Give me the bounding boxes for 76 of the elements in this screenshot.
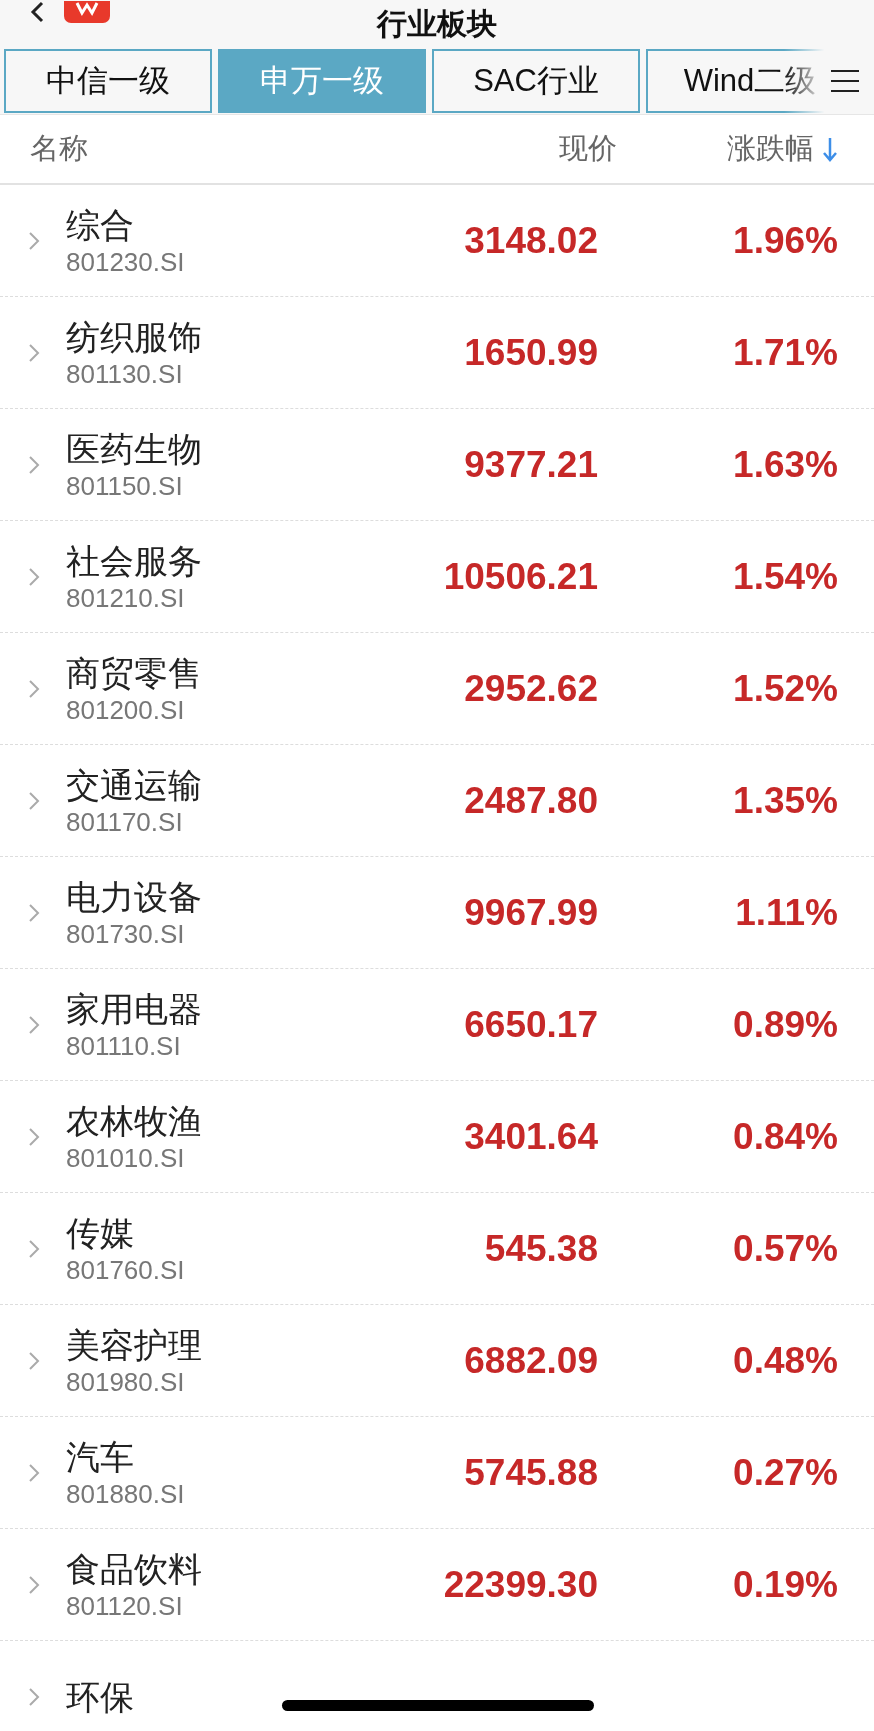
price-value: 545.38 (483, 1227, 598, 1270)
change-value: 1.71% (732, 331, 838, 374)
price-value: 6882.09 (463, 1339, 598, 1382)
sector-code: 801210.SI (66, 581, 185, 614)
sector-code: 801120.SI (66, 1589, 183, 1622)
sector-code: 801200.SI (66, 693, 185, 726)
price-value: 9377.21 (463, 443, 598, 486)
column-header: 名称 (30, 131, 89, 166)
sector-name: 美容护理 (66, 1324, 202, 1366)
change-value: 0.57% (732, 1227, 838, 1270)
change-value: 0.48% (732, 1339, 838, 1382)
sector-name: 农林牧渔 (66, 1100, 202, 1142)
price-value: 22399.30 (442, 1563, 598, 1606)
chevron-icon (28, 1126, 40, 1147)
sector-code: 801170.SI (66, 805, 183, 838)
change-value: 0.27% (732, 1451, 838, 1494)
sector-name: 环保 (66, 1676, 134, 1718)
chevron-icon (28, 1238, 40, 1259)
change-value: 0.84% (732, 1115, 838, 1158)
sector-name: 食品饮料 (66, 1548, 202, 1590)
menu-icon[interactable] (830, 69, 860, 93)
price-value: 5745.88 (463, 1451, 598, 1494)
price-value: 2487.80 (463, 779, 598, 822)
chevron-icon (28, 1350, 40, 1371)
sector-name: 传媒 (66, 1212, 134, 1254)
category-tab[interactable]: 中信一级 (4, 49, 212, 113)
chevron-icon (28, 230, 40, 251)
column-header[interactable]: 涨跌幅 (727, 129, 814, 169)
sector-name: 交通运输 (66, 764, 202, 806)
change-value: 1.35% (732, 779, 838, 822)
price-value: 2952.62 (463, 667, 598, 710)
price-value: 3401.64 (463, 1115, 598, 1158)
price-value: 3148.02 (463, 219, 598, 262)
price-value: 1650.99 (463, 331, 598, 374)
change-value: 0.19% (732, 1563, 838, 1606)
change-value: 0.89% (732, 1003, 838, 1046)
sector-code: 801980.SI (66, 1365, 185, 1398)
chevron-icon (28, 1686, 40, 1707)
sector-code: 801150.SI (66, 469, 183, 502)
sector-code: 801230.SI (66, 245, 185, 278)
sector-code: 801010.SI (66, 1141, 185, 1174)
sector-code: 801110.SI (66, 1029, 181, 1062)
sector-name: 综合 (66, 204, 134, 246)
change-value: 1.52% (732, 667, 838, 710)
sector-name: 纺织服饰 (66, 316, 202, 358)
change-value: 1.54% (732, 555, 838, 598)
change-value: 1.96% (732, 219, 838, 262)
category-tab[interactable]: SAC行业 (432, 49, 640, 113)
column-header: 现价 (558, 131, 617, 166)
sector-name: 商贸零售 (66, 652, 202, 694)
price-value: 9967.99 (463, 891, 598, 934)
sector-code: 801880.SI (66, 1477, 185, 1510)
sector-code: 801730.SI (66, 917, 185, 950)
chevron-icon (28, 566, 40, 587)
change-value: 1.11% (734, 891, 838, 934)
chevron-icon (28, 342, 40, 363)
chevron-icon (28, 1014, 40, 1035)
sector-name: 电力设备 (66, 876, 202, 918)
chevron-icon (28, 454, 40, 475)
change-value: 1.63% (732, 443, 838, 486)
chevron-icon (28, 678, 40, 699)
price-value: 6650.17 (463, 1003, 598, 1046)
chevron-icon (28, 790, 40, 811)
sector-name: 家用电器 (66, 988, 202, 1030)
sector-code: 801130.SI (66, 357, 183, 390)
sector-name: 社会服务 (66, 540, 202, 582)
sector-name: 医药生物 (66, 428, 202, 470)
sort-arrow-icon[interactable] (822, 136, 838, 162)
chevron-icon (28, 902, 40, 923)
sector-code: 801760.SI (66, 1253, 185, 1286)
sector-name: 汽车 (66, 1436, 134, 1478)
page-title: 行业板块 (377, 6, 497, 42)
chevron-icon (28, 1574, 40, 1595)
chevron-icon (28, 1462, 40, 1483)
price-value: 10506.21 (442, 555, 598, 598)
back-icon[interactable] (30, 1, 44, 23)
